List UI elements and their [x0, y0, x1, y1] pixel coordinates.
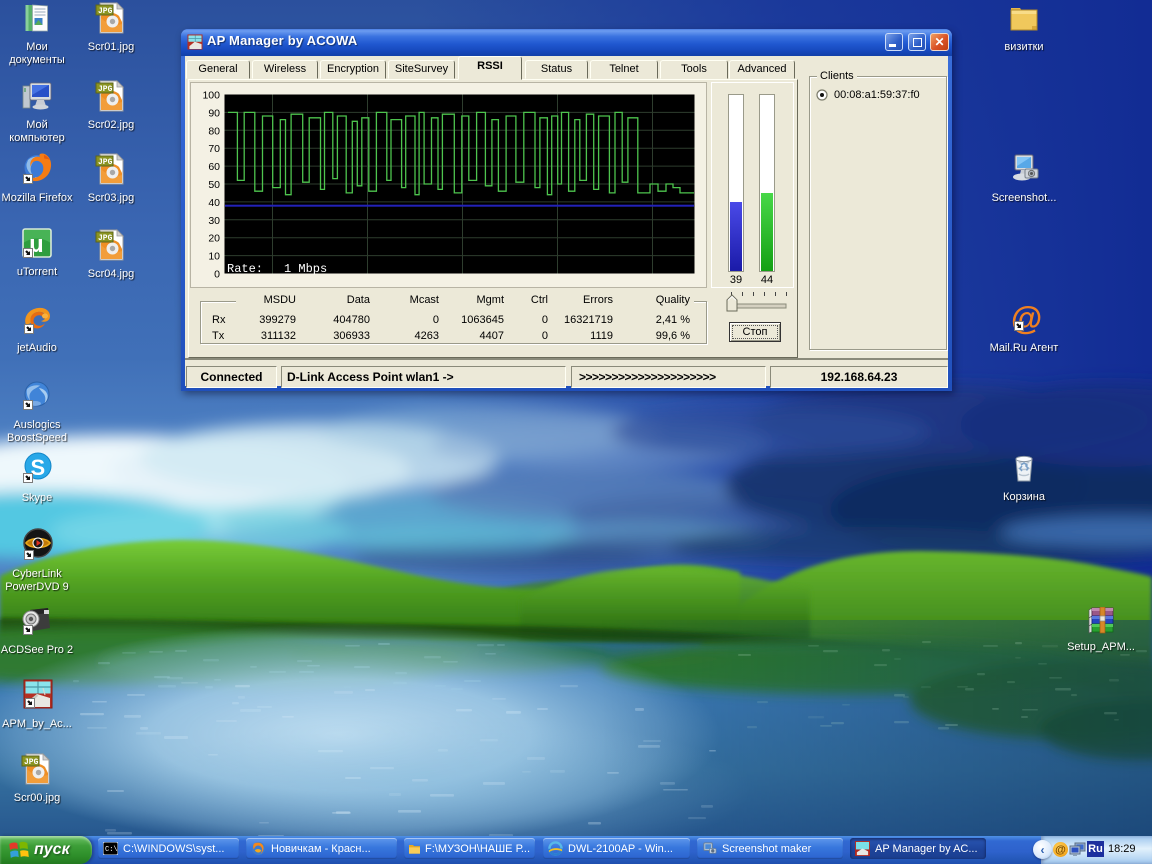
svg-text:44: 44 [761, 274, 773, 286]
svg-text:39: 39 [730, 274, 742, 286]
svg-text:60: 60 [208, 161, 220, 173]
svg-text:100: 100 [202, 90, 220, 102]
svg-text:0: 0 [214, 269, 220, 281]
svg-text:20: 20 [208, 233, 220, 245]
svg-text:90: 90 [208, 107, 220, 119]
svg-text:50: 50 [208, 179, 220, 191]
svg-text:10: 10 [208, 251, 220, 263]
svg-text:80: 80 [208, 125, 220, 137]
svg-text:1 Mbps: 1 Mbps [284, 262, 327, 276]
svg-text:40: 40 [208, 197, 220, 209]
svg-text:30: 30 [208, 215, 220, 227]
svg-text:Rate:: Rate: [227, 262, 263, 276]
svg-text:70: 70 [208, 143, 220, 155]
svg-text:C:\: C:\ [105, 846, 118, 854]
